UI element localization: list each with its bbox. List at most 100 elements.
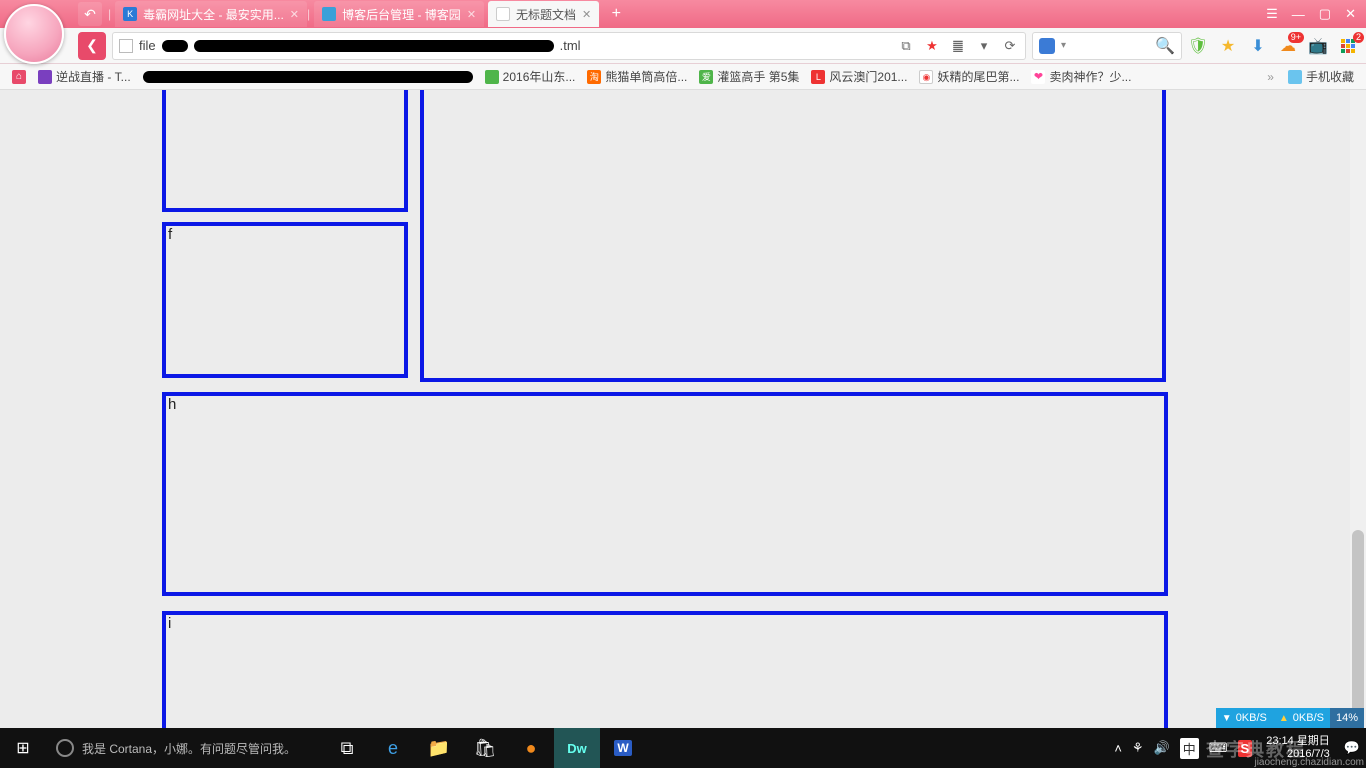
chevron-down-icon[interactable]: ▾ xyxy=(1061,40,1066,51)
back-button[interactable]: ❮ xyxy=(78,32,106,60)
box-label: i xyxy=(168,615,171,632)
search-icon[interactable]: 🔍 xyxy=(1155,36,1175,56)
tab-title: 毒霸网址大全 - 最安实用... xyxy=(143,6,284,23)
store-icon[interactable]: 🛍 xyxy=(462,728,508,768)
bookmark-item[interactable]: 逆战直播 - T... xyxy=(34,67,135,87)
box-label: f xyxy=(168,226,172,243)
tab-1[interactable]: 博客后台管理 - 博客园 ✕ xyxy=(314,1,484,27)
extension-icons: 🛡 ★ ⬇ ☁ 9+ 📺 2 xyxy=(1188,36,1358,56)
bookmark-star-icon[interactable]: ★ xyxy=(1218,36,1238,56)
page-icon xyxy=(119,39,133,53)
shield-icon[interactable]: 🛡 xyxy=(1188,36,1208,56)
bookmarks-bar: ⌂ 逆战直播 - T... 2016年山东... 淘熊猫单筒高倍... 爱灌篮高… xyxy=(0,64,1366,90)
dreamweaver-icon[interactable]: Dw xyxy=(554,728,600,768)
apps-grid-icon[interactable]: 2 xyxy=(1338,36,1358,56)
titlebar-nav: ↶ | xyxy=(78,2,111,26)
bookmark-item[interactable]: ◉妖精的尾巴第... xyxy=(915,67,1023,87)
refresh-icon[interactable]: ⟳ xyxy=(1001,37,1019,55)
download-icon[interactable]: ⬇ xyxy=(1248,36,1268,56)
edge-icon[interactable]: e xyxy=(370,728,416,768)
tab-title: 无标题文档 xyxy=(516,6,576,23)
maximize-icon[interactable]: ▢ xyxy=(1319,6,1331,22)
word-icon[interactable]: W xyxy=(600,728,646,768)
overflow-chevron-icon[interactable]: » xyxy=(1261,70,1280,84)
bookmark-item[interactable]: 淘熊猫单筒高倍... xyxy=(583,67,691,87)
tv-icon[interactable]: 📺 xyxy=(1308,36,1328,56)
cortana-search[interactable]: 我是 Cortana，小娜。有问题尽管问我。 xyxy=(46,728,306,768)
layout-box-i: i xyxy=(162,611,1168,728)
value: 0KB/S xyxy=(1293,712,1324,724)
translate-icon[interactable]: ䷀ xyxy=(949,37,967,55)
readmode-icon[interactable]: ⧉ xyxy=(897,37,915,55)
box-label: h xyxy=(168,396,176,413)
url-suffix: .tml xyxy=(560,38,581,53)
layout-box-h: h xyxy=(162,392,1168,596)
close-window-icon[interactable]: ✕ xyxy=(1345,6,1356,22)
upload-speed: ▲0KB/S xyxy=(1273,708,1330,728)
bookmark-item[interactable]: 爱灌篮高手 第5集 xyxy=(695,67,803,87)
dropdown-icon[interactable]: ▾ xyxy=(975,37,993,55)
url-bar-row: ❮ file .tml ⧉ ★ ䷀ ▾ ⟳ ▾ 🔍 🛡 ★ ⬇ ☁ 9+ 📺 xyxy=(0,28,1366,64)
volume-icon[interactable]: 🔊 xyxy=(1154,740,1170,756)
task-view-icon[interactable]: ⧉ xyxy=(324,728,370,768)
page-icon xyxy=(496,7,510,21)
bookmark-item[interactable]: ❤卖肉神作？少... xyxy=(1027,67,1135,87)
home-bookmark[interactable]: ⌂ xyxy=(8,67,30,87)
browser-titlebar: ↶ | K 毒霸网址大全 - 最安实用... ✕ | 博客后台管理 - 博客园 … xyxy=(0,0,1366,28)
search-engine-icon xyxy=(1039,38,1055,54)
window-controls: ☰ — ▢ ✕ xyxy=(1260,0,1362,28)
tab-title: 博客后台管理 - 博客园 xyxy=(342,6,461,23)
taskbar-apps: ⧉ e 📁 🛍 ● Dw W xyxy=(324,728,646,768)
watermark-url: jiaocheng.chazidian.com xyxy=(1254,757,1364,768)
close-icon[interactable]: ✕ xyxy=(290,8,299,21)
separator: | xyxy=(307,7,310,21)
url-input[interactable]: file .tml ⧉ ★ ䷀ ▾ ⟳ xyxy=(112,32,1026,60)
down-arrow-icon: ▼ xyxy=(1222,713,1232,724)
redacted-text xyxy=(162,40,188,52)
notifications-icon[interactable]: 💬 xyxy=(1344,740,1360,756)
bookmark-redacted[interactable] xyxy=(139,67,477,87)
cloud-icon[interactable]: ☁ 9+ xyxy=(1278,36,1298,56)
tab-favicon-k: K xyxy=(123,7,137,21)
bookmark-label: 妖精的尾巴第... xyxy=(937,68,1019,85)
bookmark-label: 风云澳门201... xyxy=(829,68,907,85)
badge: 2 xyxy=(1353,32,1364,43)
layout-box-top-left xyxy=(162,90,408,212)
tray-chevron-up-icon[interactable]: ˄ xyxy=(1114,741,1122,756)
scrollbar-thumb[interactable] xyxy=(1352,530,1364,715)
bookmark-label: 灌篮高手 第5集 xyxy=(717,68,799,85)
start-button[interactable]: ⊞ xyxy=(0,728,46,768)
value: 0KB/S xyxy=(1236,712,1267,724)
network-icon[interactable]: ⚘ xyxy=(1132,740,1144,756)
ime-indicator[interactable]: 中 xyxy=(1180,738,1199,759)
close-icon[interactable]: ✕ xyxy=(467,8,476,21)
new-tab-button[interactable]: + xyxy=(605,3,627,25)
search-input[interactable]: ▾ 🔍 xyxy=(1032,32,1182,60)
separator: | xyxy=(108,7,111,21)
url-prefix: file xyxy=(139,38,156,53)
url-right-controls: ⧉ ★ ䷀ ▾ ⟳ xyxy=(897,37,1019,55)
minimize-icon[interactable]: — xyxy=(1292,7,1305,22)
tab-2-active[interactable]: 无标题文档 ✕ xyxy=(488,1,599,27)
vertical-scrollbar[interactable] xyxy=(1350,90,1366,728)
favorite-star-icon[interactable]: ★ xyxy=(923,37,941,55)
bookmark-item[interactable]: 2016年山东... xyxy=(481,67,580,87)
layout-box-right xyxy=(420,90,1166,382)
redacted-text xyxy=(143,71,473,83)
mobile-bookmarks[interactable]: 手机收藏 xyxy=(1284,67,1358,87)
bookmark-label: 手机收藏 xyxy=(1306,68,1354,85)
menu-icon[interactable]: ☰ xyxy=(1266,6,1278,22)
undo-icon[interactable]: ↶ xyxy=(78,2,102,26)
bookmark-label: 2016年山东... xyxy=(503,68,576,85)
network-indicator[interactable]: ▼0KB/S ▲0KB/S 14% xyxy=(1216,708,1364,728)
badge: 9+ xyxy=(1288,32,1304,43)
bookmark-label: 熊猫单筒高倍... xyxy=(605,68,687,85)
browser-app-icon[interactable]: ● xyxy=(508,728,554,768)
close-icon[interactable]: ✕ xyxy=(582,8,591,21)
layout-box-f: f xyxy=(162,222,408,378)
bookmark-item[interactable]: L风云澳门201... xyxy=(807,67,911,87)
tab-0[interactable]: K 毒霸网址大全 - 最安实用... ✕ xyxy=(115,1,307,27)
profile-avatar[interactable] xyxy=(4,4,64,64)
file-explorer-icon[interactable]: 📁 xyxy=(416,728,462,768)
cortana-text: 我是 Cortana，小娜。有问题尽管问我。 xyxy=(82,740,296,757)
